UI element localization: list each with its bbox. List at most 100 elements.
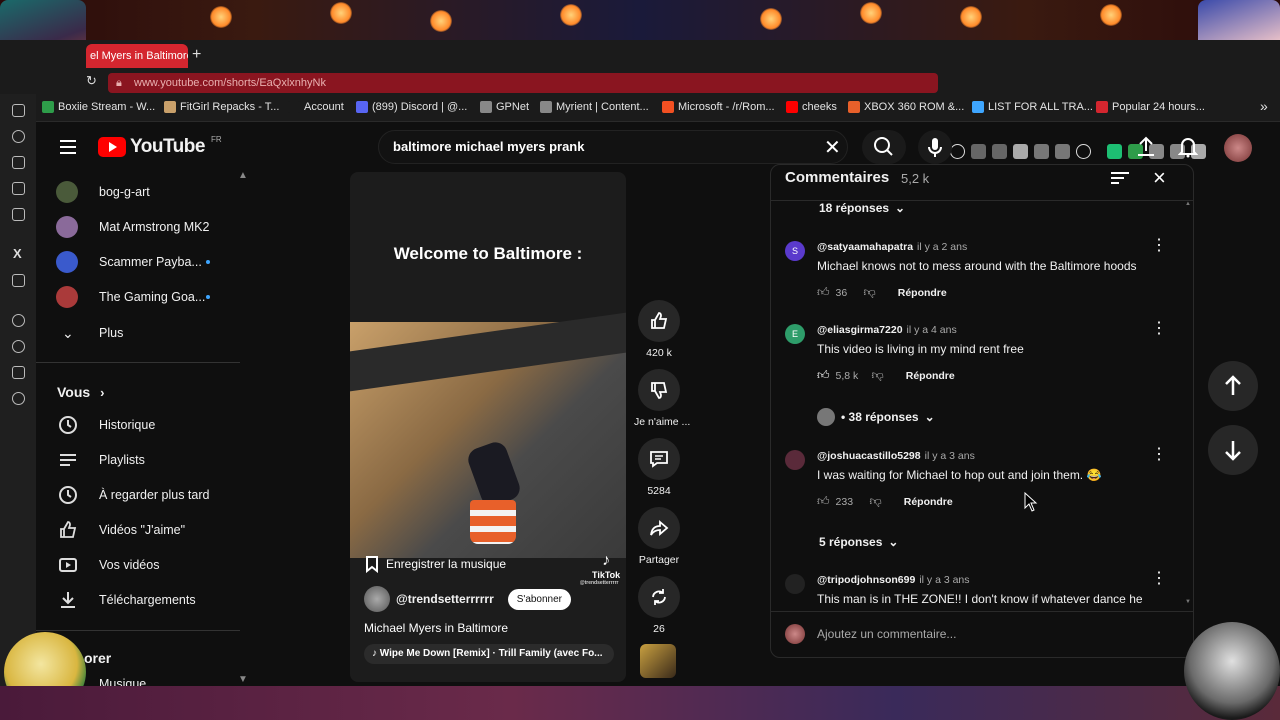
share-icon [650,520,669,536]
sidebar-scroll-up-icon[interactable]: ▲ [238,170,248,181]
reload-icon[interactable]: ↻ [86,73,97,89]
thumbs-up-icon[interactable]: 👍︎ [817,494,830,509]
subscribe-button[interactable]: S'abonner [507,588,572,610]
bookmark[interactable]: Popular 24 hours... [1096,101,1205,113]
thumbs-up-filled-icon[interactable]: 👍︎ [817,368,830,383]
remix-button[interactable]: 26 [634,576,684,635]
rail-icon[interactable] [12,156,25,169]
comment-avatar[interactable]: S [785,241,805,261]
menu-icon[interactable] [60,140,76,154]
browser-side-rail: X [0,94,36,686]
comment-time: il y a 3 ans [919,574,970,586]
upload-icon[interactable] [1136,136,1156,158]
sidebar-item-your-videos[interactable]: Vos vidéos [36,548,240,582]
account-avatar[interactable] [1224,134,1252,162]
play-circle-icon[interactable] [12,314,25,327]
sidebar-explore-heading[interactable]: orer [84,650,111,666]
bookmark[interactable]: Myrient | Content... [540,101,649,113]
history-icon[interactable] [12,130,25,143]
close-icon[interactable]: × [1153,165,1166,191]
sidebar-subscription[interactable]: Scammer Payba... [36,245,240,279]
add-comment-field[interactable]: Ajoutez un commentaire... [785,623,1175,645]
sidebar-item-liked-videos[interactable]: Vidéos "J'aime" [36,513,240,547]
rail-icon[interactable] [12,366,25,379]
replies-toggle[interactable]: 18 réponses ⌄ [819,201,905,215]
sidebar-item-downloads[interactable]: Téléchargements [36,583,240,617]
more-options-icon[interactable]: ⋮ [1151,568,1167,588]
sidebar-subscription[interactable]: Mat Armstrong MK2 [36,210,240,244]
channel-avatar [56,286,78,308]
bookmark[interactable]: FitGirl Repacks - T... [164,101,279,113]
save-music-button[interactable]: Enregistrer la musique [364,552,506,576]
gear-icon[interactable] [12,392,25,405]
comment-author[interactable]: @eliasgirma7220 il y a 4 ans [817,324,957,336]
bookmark[interactable]: Boxiie Stream - W... [42,101,155,113]
rail-icon[interactable] [12,104,25,117]
comments-button[interactable]: 5284 [634,438,684,497]
search-input[interactable]: baltimore michael myers prank [378,130,848,164]
sidebar-subscription[interactable]: The Gaming Goa... [36,280,240,314]
more-options-icon[interactable]: ⋮ [1151,444,1167,464]
previous-short-button[interactable] [1208,361,1258,411]
new-tab-button[interactable]: + [192,44,201,66]
comment-author[interactable]: @satyaamahapatra il y a 2 ans [817,241,967,253]
bookmark[interactable]: GPNet [480,101,529,113]
x-icon[interactable]: X [13,246,22,261]
more-bookmarks-icon[interactable]: » [1260,98,1268,114]
bookmark-favicon [1096,101,1108,113]
bookmark[interactable]: LIST FOR ALL TRA... [972,101,1093,113]
sidebar-you-heading[interactable]: Vous › [57,384,104,400]
sidebar-item-history[interactable]: Historique [36,408,240,442]
clock-icon[interactable] [12,340,25,353]
reply-button[interactable]: Répondre [904,496,953,508]
sidebar-more[interactable]: ⌄ Plus [36,316,240,350]
bookmark[interactable]: (899) Discord | @... [356,101,467,113]
next-short-button[interactable] [1208,425,1258,475]
sort-icon[interactable] [1111,171,1129,185]
bookmark[interactable]: cheeks [786,101,837,113]
comments-scrollbar[interactable]: ▲ ▼ [1185,201,1191,607]
sidebar-item-music-partial[interactable]: Musique [99,678,146,686]
bookmark[interactable]: XBOX 360 ROM &... [848,101,964,113]
url-field[interactable]: 🔒︎ www.youtube.com/shorts/EaQxlxnhyNk [108,73,938,93]
bookmark-favicon [356,101,368,113]
voice-search-button[interactable] [918,130,952,164]
bookmark[interactable]: Account [288,101,344,113]
reply-button[interactable]: Répondre [906,370,955,382]
thumbs-down-icon[interactable]: 👎︎ [864,285,876,300]
comment-author[interactable]: @tripodjohnson699 il y a 3 ans [817,574,970,586]
share-button[interactable]: Partager [634,507,684,566]
replies-toggle[interactable]: 5 réponses ⌄ [819,535,898,549]
sound-thumbnail[interactable] [640,644,676,678]
short-video-player[interactable]: Welcome to Baltimore : Enregistrer la mu… [350,172,626,682]
thumbs-down-icon[interactable]: 👎︎ [870,494,882,509]
comment-avatar[interactable] [785,574,805,594]
replies-toggle[interactable]: • 38 réponses ⌄ [817,408,935,426]
short-song-link[interactable]: ♪ Wipe Me Down [Remix] · Trill Family (a… [364,644,614,664]
youtube-logo[interactable]: YouTube FR [98,135,222,158]
thumbs-down-icon[interactable]: 👎︎ [872,368,884,383]
rail-icon[interactable] [12,208,25,221]
browser-tab-active[interactable]: el Myers in Baltimore [86,44,188,68]
clear-search-icon[interactable]: ✕ [824,135,841,160]
sidebar-item-playlists[interactable]: Playlists [36,443,240,477]
more-options-icon[interactable]: ⋮ [1151,318,1167,338]
dislike-button[interactable]: Je n'aime ... [634,369,690,428]
comment-avatar[interactable] [785,450,805,470]
bookmark[interactable]: Microsoft - /r/Rom... [662,101,775,113]
notifications-bell-icon[interactable] [1178,136,1198,158]
channel-avatar[interactable] [364,586,390,612]
reply-button[interactable]: Répondre [898,287,947,299]
sidebar-subscription[interactable]: bog-g-art [36,175,240,209]
search-button[interactable] [862,130,906,164]
thumbs-up-icon[interactable]: 👍︎ [817,285,830,300]
more-options-icon[interactable]: ⋮ [1151,235,1167,255]
comment-avatar[interactable]: E [785,324,805,344]
comment-author[interactable]: @joshuacastillo5298 il y a 3 ans [817,450,975,462]
rail-icon[interactable] [12,274,25,287]
sidebar-item-watch-later[interactable]: À regarder plus tard [36,478,240,512]
sidebar-scroll-down-icon[interactable]: ▼ [238,674,248,685]
channel-name[interactable]: @trendsetterrrrrr [396,592,494,606]
like-button[interactable]: 420 k [634,300,684,359]
rail-icon[interactable] [12,182,25,195]
